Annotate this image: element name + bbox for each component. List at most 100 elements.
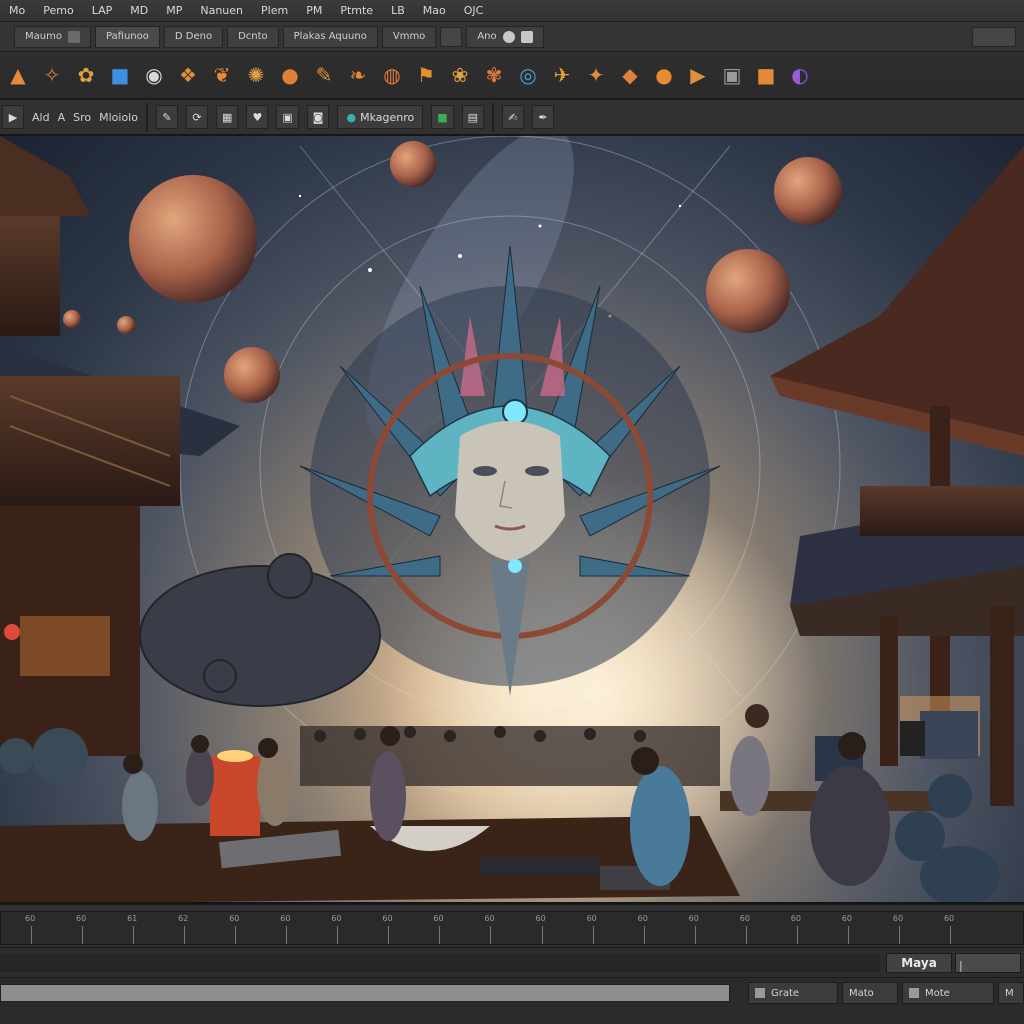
leaf-icon[interactable]: ❧ — [344, 61, 372, 89]
teal-dot-icon: ● — [346, 110, 357, 124]
tick-label: 60 — [535, 914, 546, 923]
crab-icon[interactable]: ✺ — [242, 61, 270, 89]
planet — [129, 175, 257, 303]
status-field-3[interactable]: Mote — [902, 982, 994, 1004]
range-field[interactable]: Maya — [886, 953, 952, 973]
deform-icon[interactable]: ✧ — [38, 61, 66, 89]
planet — [706, 249, 790, 333]
tab-scroll-button[interactable] — [440, 26, 463, 47]
pen-icon: ✒ — [538, 110, 548, 124]
flag-icon[interactable]: ⚑ — [412, 61, 440, 89]
green-square-icon: ■ — [437, 110, 448, 124]
menu-item[interactable]: PM — [297, 4, 331, 17]
status-field-4[interactable]: M — [998, 982, 1024, 1004]
menu-item[interactable]: OJC — [455, 4, 493, 17]
cube-icon[interactable]: ■ — [106, 61, 134, 89]
brush-icon: ✎ — [162, 110, 172, 124]
circle-icon[interactable]: ◍ — [378, 61, 406, 89]
star-icon[interactable]: ✦ — [582, 61, 610, 89]
tick-label: 60 — [76, 914, 87, 923]
tick-mark — [490, 926, 492, 944]
range-slider[interactable] — [0, 954, 880, 972]
tick-mark — [745, 926, 747, 944]
layout-icon: ▤ — [467, 110, 479, 124]
render-settings-label: Mkagenro — [360, 110, 415, 124]
tab-2[interactable]: D Deno — [163, 25, 224, 48]
sphere-icon[interactable]: ◉ — [140, 61, 168, 89]
loop-button[interactable]: ⟳ — [185, 105, 208, 129]
panel-icon[interactable]: ▣ — [718, 61, 746, 89]
camera-button[interactable]: ◙ — [306, 105, 330, 129]
record-button[interactable]: ■ — [431, 105, 454, 129]
planet — [63, 310, 81, 328]
frame-button[interactable]: ▣ — [276, 105, 299, 129]
flower-icon[interactable]: ❀ — [446, 61, 474, 89]
range-end-field[interactable]: | — [955, 953, 1021, 973]
menu-item[interactable]: MD — [121, 4, 157, 17]
menu-item[interactable]: Plem — [252, 4, 297, 17]
block-icon[interactable]: ■ — [752, 61, 780, 89]
tab-6[interactable]: Ano — [466, 25, 544, 48]
tool-label-c: Sro — [73, 110, 92, 124]
brush-button[interactable]: ✎ — [155, 105, 178, 129]
heart-button[interactable]: ♥ — [246, 105, 269, 129]
menu-item[interactable]: LAP — [83, 4, 122, 17]
menu-item[interactable]: Pemo — [34, 4, 82, 17]
bird-icon[interactable]: ❦ — [208, 61, 236, 89]
command-line[interactable] — [0, 984, 730, 1002]
tab-label: Ano — [477, 31, 497, 42]
tick-label: 60 — [331, 914, 342, 923]
pen-button[interactable]: ✒ — [532, 105, 555, 129]
layout-button[interactable]: ▤ — [461, 105, 485, 129]
tool-row: ▶ Ald A Sro Mloiolo ✎ ⟳ ▦ ♥ ▣ ◙ ● Mkagen… — [0, 100, 1024, 136]
timeline[interactable]: 60 60 61 62 60 60 60 60 60 60 60 60 60 60 60 60 60 60 60 — [0, 904, 1024, 948]
twist-icon[interactable]: ❖ — [174, 61, 202, 89]
tick-label: 61 — [127, 914, 138, 923]
tick-mark — [694, 926, 696, 944]
tab-5[interactable]: Vmmo — [381, 25, 437, 48]
shelf-options-button[interactable] — [972, 26, 1016, 47]
tab-0[interactable]: Maumo — [14, 25, 91, 48]
menu-item[interactable]: Mo — [0, 4, 34, 17]
tab-1[interactable]: Pafiunoo — [94, 25, 160, 48]
viewport[interactable] — [0, 136, 1024, 904]
tab-label: Maumo — [25, 31, 62, 42]
planet — [774, 157, 842, 225]
status-field-2[interactable]: Mato — [842, 982, 898, 1004]
tab-label: D Deno — [174, 31, 213, 42]
menu-item[interactable]: MP — [157, 4, 191, 17]
tick-mark — [541, 926, 543, 944]
globe-icon[interactable]: ◎ — [514, 61, 542, 89]
feather-icon[interactable]: ✎ — [310, 61, 338, 89]
play-icon[interactable]: ▶ — [684, 61, 712, 89]
image-button[interactable]: ▦ — [215, 105, 239, 129]
status-bar: Grate Mato Mote M — [0, 978, 1024, 1024]
loop-icon: ⟳ — [192, 110, 202, 124]
menu-item[interactable]: LB — [382, 4, 414, 17]
menu-item[interactable]: Ptmte — [331, 4, 382, 17]
menu-item[interactable]: Mao — [414, 4, 455, 17]
nodes-icon[interactable]: ✿ — [72, 61, 100, 89]
planet — [390, 141, 436, 187]
menu-item[interactable]: Nanuen — [191, 4, 252, 17]
dot-icon — [502, 30, 515, 43]
play-icon: ▶ — [8, 110, 18, 124]
time-ruler[interactable]: 60 60 61 62 60 60 60 60 60 60 60 60 60 60 60 60 60 60 60 — [0, 911, 1024, 945]
tab-3[interactable]: Dcnto — [227, 25, 279, 48]
wing-icon[interactable]: ✈ — [548, 61, 576, 89]
tick-label: 60 — [433, 914, 444, 923]
render-settings-button[interactable]: ● Mkagenro — [337, 105, 424, 129]
tick-mark — [31, 926, 32, 944]
square-icon — [909, 988, 919, 998]
moon-icon[interactable]: ◐ — [786, 61, 814, 89]
orb-icon[interactable]: ● — [650, 61, 678, 89]
play-button[interactable]: ▶ — [2, 105, 24, 129]
ring-icon[interactable]: ● — [276, 61, 304, 89]
tick-mark — [133, 926, 135, 944]
sculpt-button[interactable]: ✍ — [502, 105, 525, 129]
cluster-icon[interactable]: ✾ — [480, 61, 508, 89]
tab-4[interactable]: Plakas Aquuno — [282, 25, 378, 48]
status-field-1[interactable]: Grate — [748, 982, 838, 1004]
blade-icon[interactable]: ◆ — [616, 61, 644, 89]
cone-icon[interactable]: ▲ — [4, 61, 32, 89]
